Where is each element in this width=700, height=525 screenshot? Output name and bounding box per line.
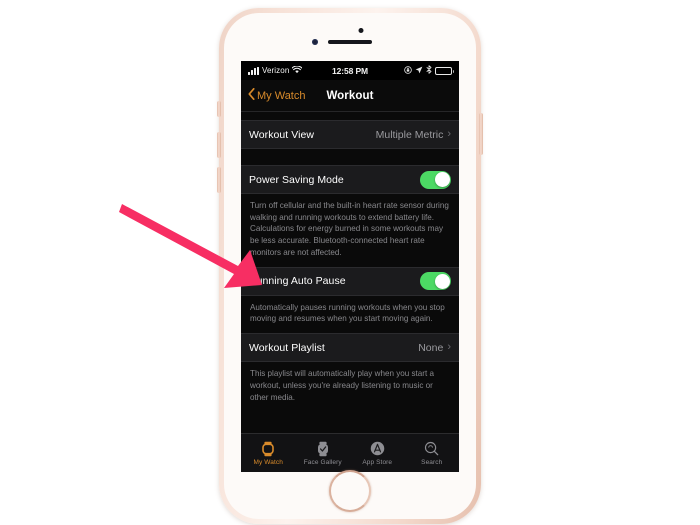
status-bar: Verizon 12:58 PM <box>241 61 459 80</box>
running-auto-pause-footnote: Automatically pauses running workouts wh… <box>241 295 459 334</box>
proximity-sensor-icon <box>358 28 364 33</box>
row-workout-playlist[interactable]: Workout Playlist None › <box>241 333 459 363</box>
row-workout-playlist-value: None <box>418 341 444 354</box>
status-bar-clock: 12:58 PM <box>331 65 369 76</box>
rotation-lock-icon <box>404 65 412 76</box>
back-button[interactable]: My Watch <box>248 88 306 103</box>
tab-search[interactable]: Search <box>405 441 460 466</box>
status-bar-right <box>368 65 454 76</box>
back-button-label: My Watch <box>257 89 306 102</box>
tab-my-watch-label: My Watch <box>253 458 283 466</box>
tab-app-store-label: App Store <box>362 458 393 466</box>
phone-screen: Verizon 12:58 PM My Watch Workout Workou… <box>241 61 459 472</box>
section-gap <box>241 149 459 165</box>
carrier-label: Verizon <box>262 66 290 75</box>
bluetooth-icon <box>426 65 432 76</box>
row-workout-playlist-label: Workout Playlist <box>249 341 325 354</box>
chevron-right-icon: › <box>447 341 451 354</box>
cellular-signal-icon <box>248 66 259 75</box>
running-auto-pause-toggle[interactable] <box>420 272 451 291</box>
navigation-bar: My Watch Workout <box>241 80 459 112</box>
row-running-auto-pause-label: Running Auto Pause <box>249 275 346 288</box>
wifi-icon <box>292 65 303 76</box>
tab-app-store[interactable]: App Store <box>350 441 405 466</box>
tab-face-gallery-label: Face Gallery <box>303 458 342 466</box>
tab-face-gallery[interactable]: Face Gallery <box>296 441 351 466</box>
chevron-left-icon <box>248 88 255 103</box>
row-workout-view[interactable]: Workout View Multiple Metric › <box>241 120 459 149</box>
status-bar-left: Verizon <box>248 65 332 76</box>
power-saving-mode-toggle[interactable] <box>420 170 451 189</box>
power-saving-mode-footnote: Turn off cellular and the built-in heart… <box>241 194 459 267</box>
tab-my-watch[interactable]: My Watch <box>241 441 296 466</box>
silent-switch[interactable] <box>217 101 221 117</box>
watch-face-icon <box>317 441 329 457</box>
tab-bar: My Watch Face Gallery App Store Search <box>241 433 459 472</box>
location-arrow-icon <box>415 66 423 76</box>
volume-up-button[interactable] <box>217 132 221 158</box>
section-gap <box>241 112 459 120</box>
power-button[interactable] <box>479 113 483 155</box>
chevron-right-icon: › <box>447 128 451 140</box>
settings-list[interactable]: Workout View Multiple Metric › Power Sav… <box>241 112 459 433</box>
front-camera-icon <box>312 39 318 45</box>
battery-icon <box>435 66 454 75</box>
search-icon <box>424 441 439 457</box>
iphone-device: Verizon 12:58 PM My Watch Workout Workou… <box>217 8 483 524</box>
earpiece-speaker <box>328 40 372 44</box>
row-power-saving-mode-label: Power Saving Mode <box>249 173 344 186</box>
watch-icon <box>262 441 275 457</box>
row-workout-view-value: Multiple Metric <box>375 128 444 141</box>
tab-search-label: Search <box>421 458 443 466</box>
home-button[interactable] <box>329 470 371 512</box>
row-workout-view-label: Workout View <box>249 128 314 141</box>
workout-playlist-footnote: This playlist will automatically play wh… <box>241 362 459 412</box>
row-power-saving-mode[interactable]: Power Saving Mode <box>241 165 459 194</box>
volume-down-button[interactable] <box>217 167 221 193</box>
row-running-auto-pause[interactable]: Running Auto Pause <box>241 266 459 296</box>
app-store-icon <box>370 441 385 457</box>
